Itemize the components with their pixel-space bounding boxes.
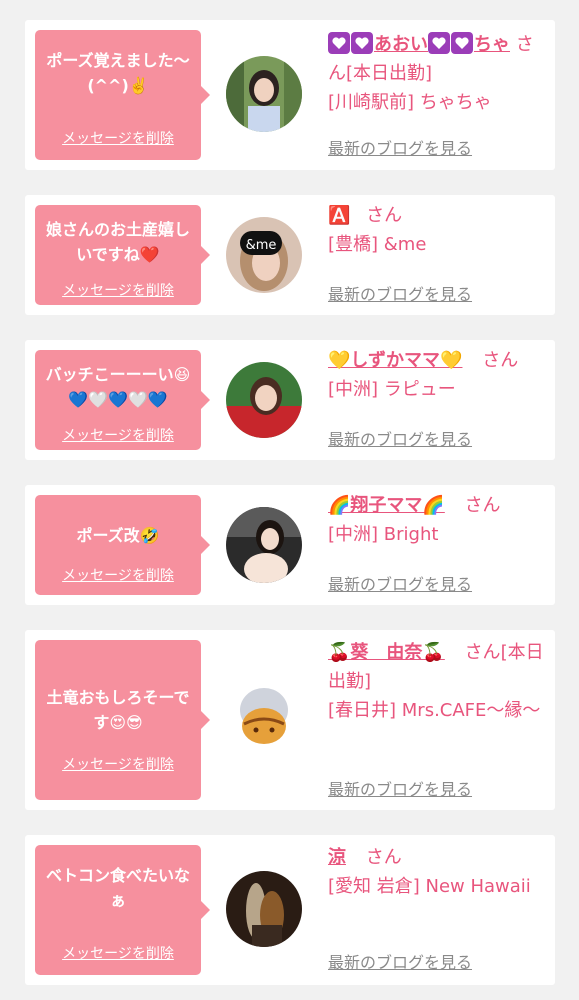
girl-info: 涼 さん [愛知 岩倉] New Hawaii [328, 843, 546, 901]
message-text: ポーズ覚えました〜(^^)✌️ [46, 51, 190, 95]
girl-info: 🍒葵 由奈🍒 さん[本日出勤] [春日井] Mrs.CAFE〜縁〜 [328, 638, 546, 725]
honorific: さん [464, 495, 501, 516]
message-card: ベトコン食べたいなぁ メッセージを削除 涼 さん [愛知 岩倉] New Haw… [25, 835, 555, 985]
message-bubble: ベトコン食べたいなぁ メッセージを削除 [35, 845, 210, 975]
a-button-icon: 🅰️ [328, 205, 351, 226]
delete-message-link[interactable]: メッセージを削除 [35, 754, 201, 774]
girl-name-link[interactable]: 涼 [328, 847, 346, 868]
latest-blog-link[interactable]: 最新のブログを見る [328, 571, 472, 595]
delete-message-link[interactable]: メッセージを削除 [35, 943, 201, 963]
message-card: 土竜おもしろそーです😍😎 メッセージを削除 🍒葵 由奈🍒 さん[本日出勤] [春… [25, 630, 555, 810]
message-text: 土竜おもしろそーです😍😎 [46, 688, 190, 732]
girl-info: あおい ちゃ さん[本日出勤] [川崎駅前] ちゃちゃ [328, 30, 546, 117]
girl-name-link[interactable]: 💛しずかママ💛 [328, 350, 462, 371]
message-card: ポーズ改🤣 メッセージを削除 🌈翔子ママ🌈 さん [中洲] Bright 最新の… [25, 485, 555, 605]
message-bubble: 娘さんのお土産嬉しいですね❤️ メッセージを削除 [35, 205, 210, 305]
message-bubble: 土竜おもしろそーです😍😎 メッセージを削除 [35, 640, 210, 800]
message-card: 娘さんのお土産嬉しいですね❤️ メッセージを削除 &me 🅰️ さん [豊橋] … [25, 195, 555, 315]
latest-blog-link[interactable]: 最新のブログを見る [328, 426, 472, 450]
avatar[interactable] [226, 507, 302, 583]
girl-name-link[interactable]: 🌈翔子ママ🌈 [328, 495, 445, 516]
latest-blog-link[interactable]: 最新のブログを見る [328, 776, 472, 800]
delete-message-link[interactable]: メッセージを削除 [35, 425, 201, 445]
avatar[interactable]: &me [226, 217, 302, 293]
shop-label: [春日井] Mrs.CAFE〜縁〜 [328, 700, 541, 721]
heart-icon [328, 32, 350, 54]
honorific: さん [365, 847, 402, 868]
honorific: さん [482, 350, 519, 371]
girl-name-suffix: ちゃ [474, 34, 510, 55]
girl-info: 💛しずかママ💛 さん [中洲] ラピュー [328, 346, 546, 404]
girl-name-link[interactable]: あおい ちゃ [328, 32, 510, 55]
delete-message-link[interactable]: メッセージを削除 [35, 280, 201, 300]
shift-status: [本日出勤] [346, 63, 433, 84]
shop-label: [川崎駅前] ちゃちゃ [328, 92, 492, 113]
message-bubble: バッチこーーーい😆💙🤍💙🤍💙 メッセージを削除 [35, 350, 210, 450]
girl-info: 🌈翔子ママ🌈 さん [中洲] Bright [328, 491, 546, 549]
avatar[interactable] [226, 362, 302, 438]
girl-name: あおい [374, 34, 428, 55]
message-text: ポーズ改🤣 [76, 526, 160, 545]
girl-info: 🅰️ さん [豊橋] &me [328, 201, 546, 259]
avatar[interactable] [226, 56, 302, 132]
heart-icon [351, 32, 373, 54]
honorific: さん [366, 205, 403, 226]
shop-label: [愛知 岩倉] New Hawaii [328, 876, 531, 897]
shop-label: [中洲] ラピュー [328, 379, 456, 400]
shop-label: [豊橋] &me [328, 234, 427, 255]
message-bubble: ポーズ改🤣 メッセージを削除 [35, 495, 210, 595]
message-card: ポーズ覚えました〜(^^)✌️ メッセージを削除 あおい ちゃ さん[本日出勤] … [25, 20, 555, 170]
latest-blog-link[interactable]: 最新のブログを見る [328, 949, 472, 973]
message-text: バッチこーーーい😆💙🤍💙🤍💙 [45, 365, 191, 409]
honorific: さん [464, 642, 501, 663]
latest-blog-link[interactable]: 最新のブログを見る [328, 135, 472, 159]
latest-blog-link[interactable]: 最新のブログを見る [328, 281, 472, 305]
delete-message-link[interactable]: メッセージを削除 [35, 565, 201, 585]
message-text: 娘さんのお土産嬉しいですね❤️ [45, 220, 190, 264]
girl-name-link[interactable]: 🅰️ [328, 205, 350, 226]
heart-icon [428, 32, 450, 54]
avatar[interactable] [226, 680, 302, 756]
delete-message-link[interactable]: メッセージを削除 [35, 128, 201, 148]
message-card: バッチこーーーい😆💙🤍💙🤍💙 メッセージを削除 💛しずかママ💛 さん [中洲] … [25, 340, 555, 460]
message-bubble: ポーズ覚えました〜(^^)✌️ メッセージを削除 [35, 30, 210, 160]
svg-text:&me: &me [246, 238, 277, 253]
girl-name-link[interactable]: 🍒葵 由奈🍒 [328, 642, 445, 663]
heart-icon [451, 32, 473, 54]
shop-label: [中洲] Bright [328, 524, 439, 545]
message-text: ベトコン食べたいなぁ [45, 866, 190, 910]
avatar[interactable] [226, 871, 302, 947]
